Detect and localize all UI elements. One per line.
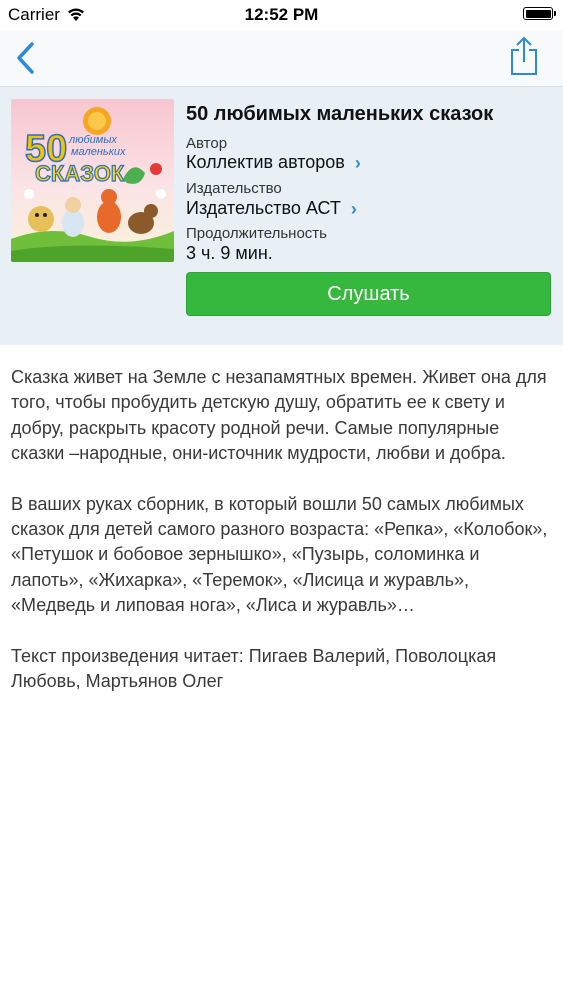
publisher-link[interactable]: Издательство АСТ › <box>186 198 357 219</box>
book-header: 50 любимых маленьких СКАЗОК 50 любимых м… <box>0 87 563 345</box>
author-label: Автор <box>186 135 228 152</box>
duration-value: 3 ч. 9 мин. <box>186 243 273 263</box>
battery-icon <box>523 7 556 20</box>
clock: 12:52 PM <box>244 5 319 24</box>
svg-text:любимых: любимых <box>68 134 117 146</box>
description-paragraph: Текст произведения читает: Пигаев Валери… <box>11 645 497 692</box>
book-title: 50 любимых маленьких сказок <box>186 103 494 125</box>
book-cover-image: 50 любимых маленьких СКАЗОК <box>11 99 174 262</box>
back-button[interactable] <box>10 38 46 78</box>
svg-text:СКАЗОК: СКАЗОК <box>35 161 125 186</box>
author-link[interactable]: Коллектив авторов › <box>186 152 361 173</box>
chevron-left-icon <box>17 42 34 74</box>
publisher-label: Издательство <box>186 180 282 197</box>
book-description: Сказка живет на Земле с незапамятных вре… <box>11 365 551 719</box>
share-icon <box>511 36 537 75</box>
listen-button[interactable]: Слушать <box>186 272 551 316</box>
description-paragraph: В ваших руках сборник, в который вошли 5… <box>11 493 548 616</box>
svg-text:маленьких: маленьких <box>71 146 126 158</box>
author-value: Коллектив авторов <box>186 152 345 172</box>
navigation-bar <box>0 30 563 87</box>
chevron-right-icon: › <box>350 198 357 219</box>
status-bar: Carrier 12:52 PM <box>0 0 563 30</box>
share-button[interactable] <box>507 35 541 77</box>
duration-label: Продолжительность <box>186 225 327 242</box>
book-cover: 50 любимых маленьких СКАЗОК <box>11 99 174 262</box>
chevron-right-icon: › <box>354 152 361 173</box>
description-paragraph: Сказка живет на Земле с незапамятных вре… <box>11 367 547 464</box>
publisher-value: Издательство АСТ <box>186 198 341 218</box>
